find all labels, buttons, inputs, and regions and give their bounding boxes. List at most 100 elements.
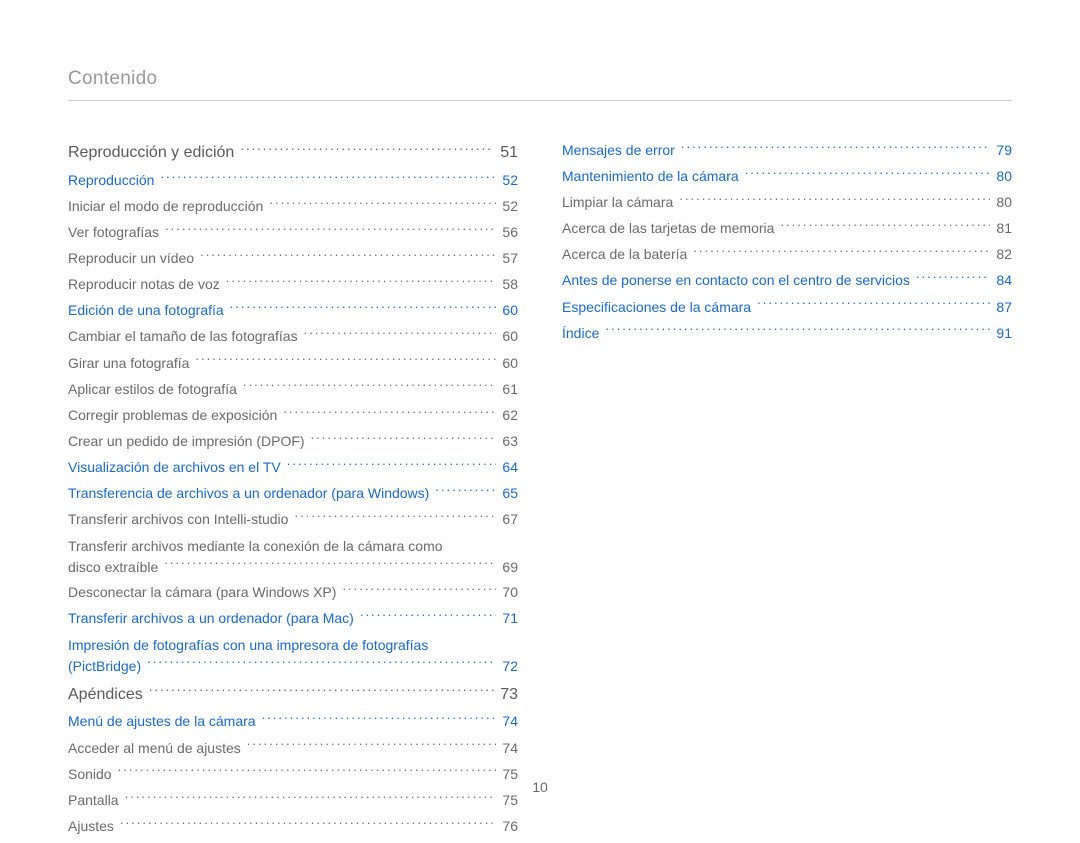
- toc-dots: [780, 219, 990, 233]
- toc-label: Reproducir notas de voz: [68, 275, 220, 295]
- toc-label: Visualización de archivos en el TV: [68, 458, 281, 478]
- toc-entry: Acerca de la batería82: [562, 245, 1012, 265]
- toc-section-head[interactable]: Apéndices73: [68, 683, 518, 706]
- toc-dots: [230, 301, 497, 315]
- toc-col-right: Mensajes de error 79 Mantenimiento de la c…: [562, 141, 1012, 843]
- toc-page: 72: [502, 656, 518, 676]
- toc-dots: [605, 324, 990, 338]
- toc-dots: [283, 406, 496, 420]
- toc-dots: [916, 271, 991, 285]
- toc-entry[interactable]: Especificaciones de la cámara 87: [562, 298, 1012, 318]
- toc-entry: Transferir archivos con Intelli-studio67: [68, 510, 518, 530]
- toc-entry: Sonido 75: [68, 765, 518, 785]
- toc-page: 70: [502, 583, 518, 603]
- page-number: 10: [532, 779, 548, 795]
- page-header: Contenido: [68, 68, 1012, 101]
- toc-section-head[interactable]: Reproducción y edición 51: [68, 141, 518, 164]
- toc-label: Ver fotografías: [68, 223, 159, 243]
- toc-entry[interactable]: Índice 91: [562, 324, 1012, 344]
- toc-entry: Acerca de las tarjetas de memoria81: [562, 219, 1012, 239]
- toc-dots: [164, 558, 496, 572]
- toc-dots: [745, 167, 991, 181]
- toc-dots: [120, 817, 497, 831]
- toc-entry[interactable]: Transferir archivos a un ordenador (para…: [68, 609, 518, 629]
- toc-page: 74: [502, 739, 518, 759]
- toc-dots: [243, 380, 497, 394]
- toc-entry[interactable]: Mantenimiento de la cámara80: [562, 167, 1012, 187]
- toc-page: 76: [502, 817, 518, 837]
- toc-dots: [342, 583, 496, 597]
- toc-label: Limpiar la cámara: [562, 193, 673, 213]
- toc-label: Reproducción y edición: [68, 142, 234, 164]
- toc-dots: [125, 791, 497, 805]
- toc-page: 69: [502, 557, 518, 577]
- toc-entry: Crear un pedido de impresión (DPOF) 63: [68, 432, 518, 452]
- toc-entry: Girar una fotografía60: [68, 354, 518, 374]
- toc-dots: [160, 171, 496, 185]
- toc-label: Aplicar estilos de fotografía: [68, 380, 237, 400]
- toc-label: Desconectar la cámara (para Windows XP): [68, 583, 336, 603]
- toc-label: Reproducir un vídeo: [68, 249, 194, 269]
- toc-columns: Reproducción y edición51Reproducción52In…: [68, 141, 1012, 843]
- toc-page: 75: [502, 791, 518, 811]
- toc-page: 52: [502, 171, 518, 191]
- toc-page: 71: [502, 609, 518, 629]
- toc-entry[interactable]: Edición de una fotografía 60: [68, 301, 518, 321]
- toc-entry: Acceder al menú de ajustes 74: [68, 739, 518, 759]
- toc-dots: [304, 327, 497, 341]
- toc-label-line1: Impresión de fotografías con una impreso…: [68, 635, 518, 655]
- toc-entry[interactable]: Antes de ponerse en contacto con el cent…: [562, 271, 1012, 291]
- toc-entry: Aplicar estilos de fotografía 61: [68, 380, 518, 400]
- toc-entry: Desconectar la cámara (para Windows XP) 7…: [68, 583, 518, 603]
- toc-page: 80: [996, 167, 1012, 187]
- toc-page: 51: [500, 142, 518, 164]
- toc-page: 60: [502, 301, 518, 321]
- toc-page: 82: [996, 245, 1012, 265]
- toc-entry[interactable]: Mensajes de error 79: [562, 141, 1012, 161]
- toc-label: Sonido: [68, 765, 112, 785]
- toc-entry[interactable]: Reproducción52: [68, 171, 518, 191]
- toc-dots: [287, 458, 497, 472]
- toc-page: 79: [996, 141, 1012, 161]
- toc-page: 60: [502, 327, 518, 347]
- toc-page: 64: [502, 458, 518, 478]
- toc-label: Transferir archivos a un ordenador (para…: [68, 609, 354, 629]
- toc-dots: [165, 223, 496, 237]
- toc-entry: Cambiar el tamaño de las fotografías 60: [68, 327, 518, 347]
- toc-dots: [147, 657, 496, 671]
- toc-col-left: Reproducción y edición51Reproducción52In…: [68, 141, 518, 843]
- toc-dots: [149, 683, 494, 699]
- toc-entry: Reproducir notas de voz58: [68, 275, 518, 295]
- toc-dots: [681, 141, 991, 155]
- toc-label: Índice: [562, 324, 599, 344]
- toc-page: 52: [502, 197, 518, 217]
- toc-dots: [240, 141, 494, 157]
- toc-dots: [757, 298, 990, 312]
- toc-page: 61: [502, 380, 518, 400]
- toc-page: 75: [502, 765, 518, 785]
- toc-page: 91: [996, 324, 1012, 344]
- toc-entry[interactable]: Impresión de fotografías con una impreso…: [68, 635, 518, 676]
- toc-label: Edición de una fotografía: [68, 301, 224, 321]
- toc-entry[interactable]: Transferencia de archivos a un ordenador…: [68, 484, 518, 504]
- toc-entry: Limpiar la cámara80: [562, 193, 1012, 213]
- toc-label: Apéndices: [68, 684, 143, 706]
- toc-page: 87: [996, 298, 1012, 318]
- toc-dots: [435, 484, 496, 498]
- toc-label-line2: (PictBridge): [68, 656, 141, 676]
- toc-dots: [118, 765, 497, 779]
- toc-dots: [262, 712, 497, 726]
- toc-label: Acceder al menú de ajustes: [68, 739, 241, 759]
- toc-label: Especificaciones de la cámara: [562, 298, 751, 318]
- toc-label: Cambiar el tamaño de las fotografías: [68, 327, 298, 347]
- toc-page: 65: [502, 484, 518, 504]
- toc-label: Transferencia de archivos a un ordenador…: [68, 484, 429, 504]
- toc-entry[interactable]: Visualización de archivos en el TV 64: [68, 458, 518, 478]
- toc-entry: Reproducir un vídeo57: [68, 249, 518, 269]
- toc-entry: Transferir archivos mediante la conexión…: [68, 536, 518, 577]
- toc-page: 63: [502, 432, 518, 452]
- toc-label: Mensajes de error: [562, 141, 675, 161]
- toc-entry: Ver fotografías56: [68, 223, 518, 243]
- toc-label: Crear un pedido de impresión (DPOF): [68, 432, 305, 452]
- toc-entry[interactable]: Menú de ajustes de la cámara74: [68, 712, 518, 732]
